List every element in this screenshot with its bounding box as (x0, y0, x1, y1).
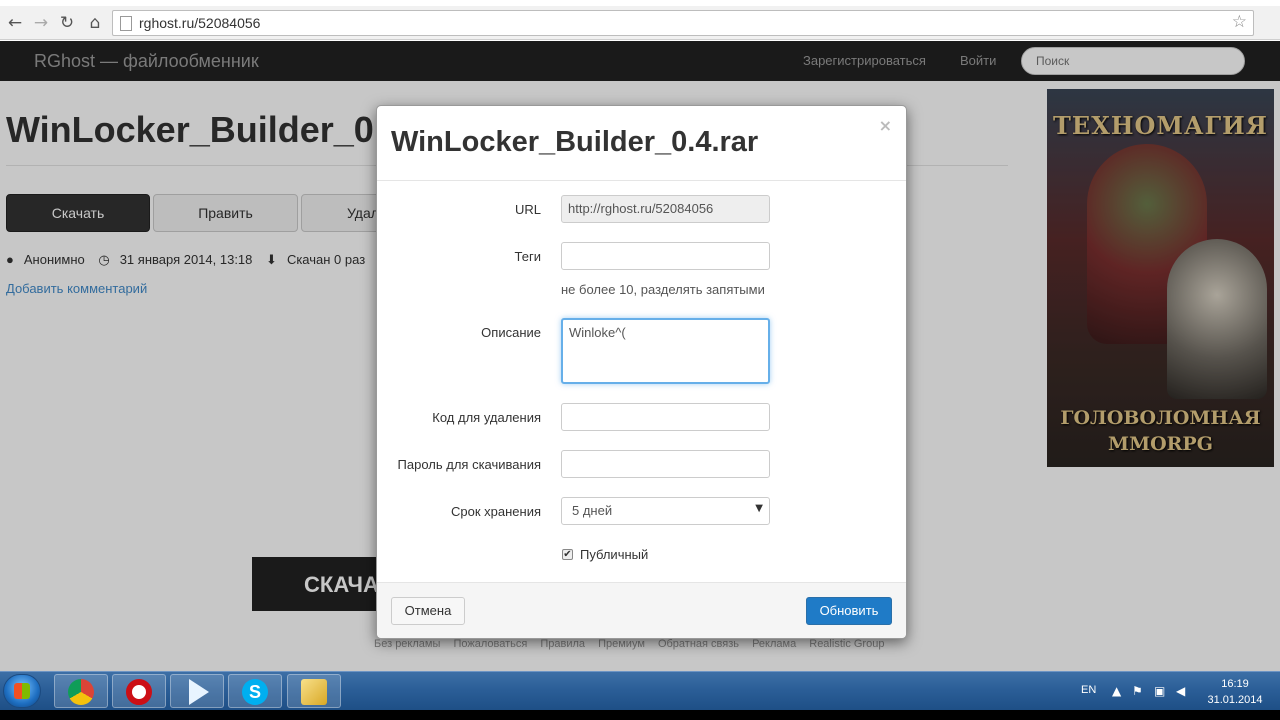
taskbar-explorer[interactable] (287, 674, 341, 708)
modal-title: WinLocker_Builder_0.4.rar (391, 126, 759, 158)
volume-icon[interactable]: ◀ (1176, 684, 1185, 698)
public-label: Публичный (580, 547, 649, 562)
tags-help-text: не более 10, разделять запятыми (561, 282, 765, 297)
delete-code-field[interactable] (561, 403, 770, 431)
network-icon[interactable]: ▣ (1154, 684, 1165, 698)
windows-icon (14, 683, 30, 699)
flag-icon[interactable]: ⚑ (1132, 684, 1143, 698)
taskbar-media-player[interactable] (170, 674, 224, 708)
taskbar-chrome[interactable] (54, 674, 108, 708)
opera-icon (126, 679, 152, 705)
home-icon[interactable]: ⌂ (84, 12, 106, 34)
back-icon[interactable]: ← (4, 12, 26, 34)
star-icon[interactable]: ☆ (1232, 12, 1247, 32)
taskbar-skype[interactable]: S (228, 674, 282, 708)
address-bar[interactable]: rghost.ru/52084056 ☆ (112, 10, 1254, 36)
tray-expand-icon[interactable]: ▲ (1112, 684, 1121, 698)
tags-label: Теги (514, 249, 541, 264)
address-text: rghost.ru/52084056 (139, 15, 261, 31)
browser-toolbar: ← → ↻ ⌂ rghost.ru/52084056 ☆ (0, 6, 1280, 40)
modal-footer: Отмена Обновить (377, 582, 906, 638)
folder-icon (301, 679, 327, 705)
password-label: Пароль для скачивания (397, 457, 541, 472)
caret-down-icon: ▼ (755, 503, 763, 514)
storage-label: Срок хранения (451, 504, 541, 519)
delete-code-label: Код для удаления (432, 410, 541, 425)
clock-date[interactable]: 31.01.2014 (1200, 694, 1270, 706)
modal-divider (377, 180, 906, 181)
screen: ← → ↻ ⌂ rghost.ru/52084056 ☆ RGhost — фа… (0, 0, 1280, 720)
reload-icon[interactable]: ↻ (56, 12, 78, 34)
tags-field[interactable] (561, 242, 770, 270)
taskbar-opera[interactable] (112, 674, 166, 708)
taskbar: S EN ▲ ⚑ ▣ ◀ 16:19 31.01.2014 (0, 671, 1280, 710)
screen-border (0, 710, 1280, 720)
language-indicator[interactable]: EN (1081, 684, 1096, 696)
url-field[interactable]: http://rghost.ru/52084056 (561, 195, 770, 223)
forward-icon[interactable]: → (30, 12, 52, 34)
chrome-icon (68, 679, 94, 705)
update-button[interactable]: Обновить (806, 597, 892, 625)
page-icon (120, 16, 132, 31)
edit-file-modal: WinLocker_Builder_0.4.rar × URL http://r… (376, 105, 907, 639)
clock-time[interactable]: 16:19 (1205, 678, 1265, 690)
storage-select[interactable]: 5 дней ▼ (561, 497, 770, 525)
public-checkbox[interactable]: ✔ (562, 549, 573, 560)
url-label: URL (514, 202, 541, 217)
storage-value: 5 дней (572, 503, 613, 518)
cancel-button[interactable]: Отмена (391, 597, 465, 625)
description-textarea[interactable]: Winloke^( (561, 318, 770, 384)
media-player-icon (189, 679, 209, 705)
close-icon[interactable]: × (879, 116, 892, 135)
password-field[interactable] (561, 450, 770, 478)
skype-icon: S (242, 679, 268, 705)
start-button[interactable] (3, 674, 41, 708)
description-label: Описание (481, 325, 541, 340)
